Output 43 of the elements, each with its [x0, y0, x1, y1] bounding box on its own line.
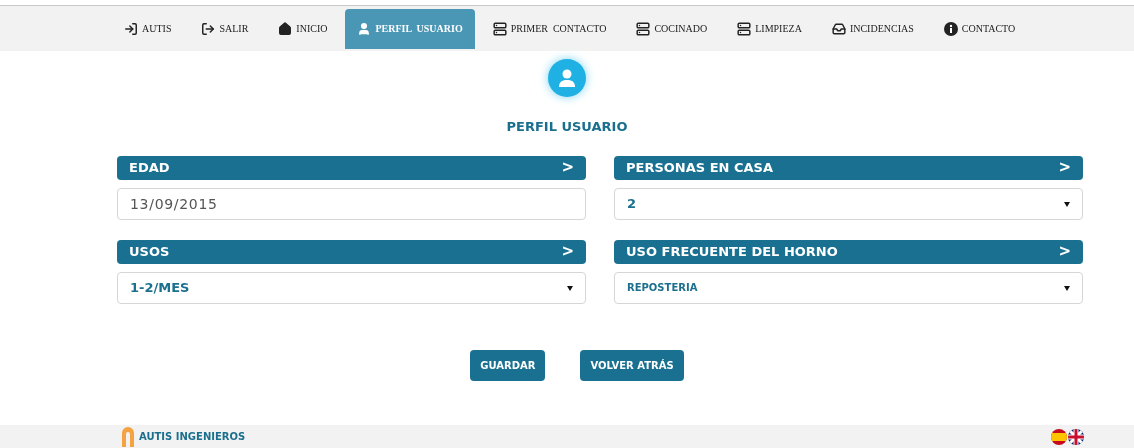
nav-tab[interactable]: LIMPIEZA [725, 8, 814, 49]
dropdown-value: 2 [627, 194, 637, 213]
arrow-glyph: > [1058, 241, 1071, 263]
flag-icon [1051, 428, 1067, 445]
field-label: USO FRECUENTE DEL HORNO [626, 242, 838, 261]
logo-icon [122, 426, 134, 447]
nav-tab[interactable]: PRIMER CONTACTO [480, 8, 619, 49]
field-label: EDAD [129, 158, 170, 177]
logout-icon [201, 21, 216, 36]
login-icon [124, 21, 138, 36]
nav-tab[interactable]: AUTIS [112, 8, 184, 49]
nav-tab[interactable]: INCIDENCIAS [819, 8, 926, 49]
nav-tab[interactable]: SALIR [189, 8, 261, 49]
date-field[interactable]: 13/09/2015 [117, 187, 586, 220]
caret-icon [567, 284, 573, 291]
caret-icon [1064, 284, 1070, 291]
inbox-icon [831, 21, 846, 36]
flag-icon [1068, 428, 1084, 445]
field-label: USOS [129, 242, 170, 261]
page-title: PERFIL USUARIO [506, 118, 628, 136]
info-icon [943, 21, 958, 36]
server-icon [636, 21, 651, 36]
action-button[interactable]: VOLVER ATRÁS [580, 349, 684, 381]
arrow-glyph: > [561, 241, 574, 263]
nav-tab[interactable]: COCINADO [624, 8, 720, 49]
dropdown[interactable]: REPOSTERIA [614, 271, 1083, 304]
user-icon [357, 21, 372, 36]
dropdown[interactable]: 2 [614, 187, 1083, 220]
dropdown[interactable]: 1-2/MES [117, 271, 586, 304]
brand-name: AUTIS INGENIEROS [139, 430, 246, 444]
arrow-glyph: > [561, 157, 574, 179]
avatar-icon [548, 59, 586, 97]
nav-tab[interactable]: CONTACTO [931, 8, 1028, 49]
server-icon [737, 21, 752, 36]
field-label: PERSONAS EN CASA [626, 158, 773, 177]
home-icon [278, 21, 293, 36]
caret-icon [1064, 200, 1070, 207]
dropdown-value: REPOSTERIA [627, 281, 698, 295]
server-icon [492, 21, 507, 36]
dropdown-value: 1-2/MES [130, 278, 190, 297]
nav-tab[interactable]: INICIO [266, 8, 340, 49]
action-button[interactable]: GUARDAR [470, 349, 546, 381]
arrow-glyph: > [1058, 157, 1071, 179]
